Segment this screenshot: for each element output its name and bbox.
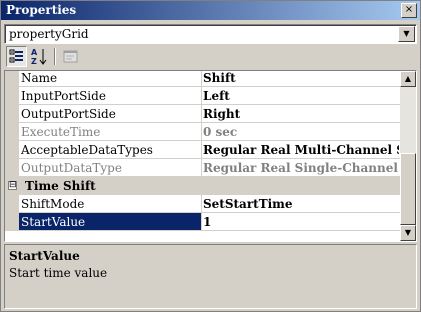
row-gutter	[5, 195, 19, 213]
property-value[interactable]: Left	[203, 89, 399, 103]
property-row-name[interactable]: Name Shift	[5, 71, 400, 87]
column-divider[interactable]	[201, 159, 202, 177]
property-value[interactable]: Regular Real Multi-Channel Signal	[203, 143, 399, 157]
property-grid[interactable]: Name Shift InputPortSide Left OutputPort…	[4, 70, 417, 242]
row-gutter	[5, 71, 19, 87]
property-pages-button[interactable]	[60, 46, 81, 67]
property-name: OutputDataType	[21, 161, 122, 175]
chevron-down-icon[interactable]: ▼	[398, 26, 415, 42]
column-divider[interactable]	[201, 105, 202, 123]
column-divider[interactable]	[201, 213, 202, 231]
property-row-outputdatatype[interactable]: OutputDataType Regular Real Single-Chann…	[5, 159, 400, 177]
property-row-acceptabledatatypes[interactable]: AcceptableDataTypes Regular Real Multi-C…	[5, 141, 400, 159]
row-gutter	[5, 159, 19, 177]
property-value: Regular Real Single-Channel Signal	[203, 161, 399, 175]
close-button[interactable]: ×	[401, 3, 417, 18]
description-title: StartValue	[9, 249, 80, 263]
property-row-shiftmode[interactable]: ShiftMode SetStartTime	[5, 195, 400, 213]
property-name: InputPortSide	[21, 89, 106, 103]
toolbar-separator	[54, 48, 56, 65]
svg-text:Z: Z	[31, 57, 37, 66]
categorized-icon	[9, 49, 23, 63]
column-divider[interactable]	[201, 141, 202, 159]
description-panel: StartValue Start time value	[4, 244, 417, 309]
column-divider[interactable]	[201, 195, 202, 213]
scroll-thumb[interactable]	[400, 153, 416, 225]
object-selector-dropdown[interactable]: propertyGrid ▼	[4, 24, 417, 44]
property-name: AcceptableDataTypes	[21, 143, 153, 157]
property-value[interactable]: 1	[203, 215, 399, 229]
alphabetical-button[interactable]: A Z	[29, 46, 50, 67]
property-row-executetime[interactable]: ExecuteTime 0 sec	[5, 123, 400, 141]
row-gutter	[5, 123, 19, 141]
description-text: Start time value	[9, 266, 108, 280]
row-gutter	[5, 213, 19, 231]
collapse-icon[interactable]: ⊟	[8, 181, 17, 190]
window-title: Properties	[6, 3, 77, 17]
property-value[interactable]: Right	[203, 107, 399, 121]
property-name: OutputPortSide	[21, 107, 116, 121]
property-value[interactable]: Shift	[203, 71, 399, 85]
column-divider[interactable]	[201, 123, 202, 141]
property-value[interactable]: SetStartTime	[203, 197, 399, 211]
property-row-outputportside[interactable]: OutputPortSide Right	[5, 105, 400, 123]
property-toolbar: A Z	[4, 46, 415, 68]
property-row-inputportside[interactable]: InputPortSide Left	[5, 87, 400, 105]
object-selector-value: propertyGrid	[9, 27, 89, 41]
row-gutter	[5, 87, 19, 105]
column-divider[interactable]	[201, 71, 202, 87]
category-label: Time Shift	[25, 179, 96, 193]
row-gutter	[5, 141, 19, 159]
property-row-startvalue[interactable]: StartValue 1	[5, 213, 400, 231]
property-name: Name	[21, 71, 58, 85]
property-value: 0 sec	[203, 125, 238, 139]
property-name: ShiftMode	[21, 197, 85, 211]
alphabetical-icon: A Z	[31, 48, 47, 66]
category-row-time-shift[interactable]: ⊟ Time Shift	[5, 177, 400, 195]
title-bar[interactable]: Properties ×	[1, 1, 420, 20]
property-name: StartValue	[21, 215, 86, 229]
column-divider[interactable]	[201, 87, 202, 105]
properties-window: Properties × propertyGrid ▼ A Z Name Shi…	[0, 0, 421, 312]
scroll-up-button[interactable]: ▲	[400, 71, 416, 87]
property-name: ExecuteTime	[21, 125, 101, 139]
svg-text:A: A	[31, 48, 38, 57]
property-pages-icon	[63, 50, 78, 63]
categorized-button[interactable]	[6, 46, 27, 67]
vertical-scrollbar[interactable]: ▲ ▼	[400, 71, 416, 241]
scroll-down-button[interactable]: ▼	[400, 225, 416, 241]
row-gutter	[5, 105, 19, 123]
